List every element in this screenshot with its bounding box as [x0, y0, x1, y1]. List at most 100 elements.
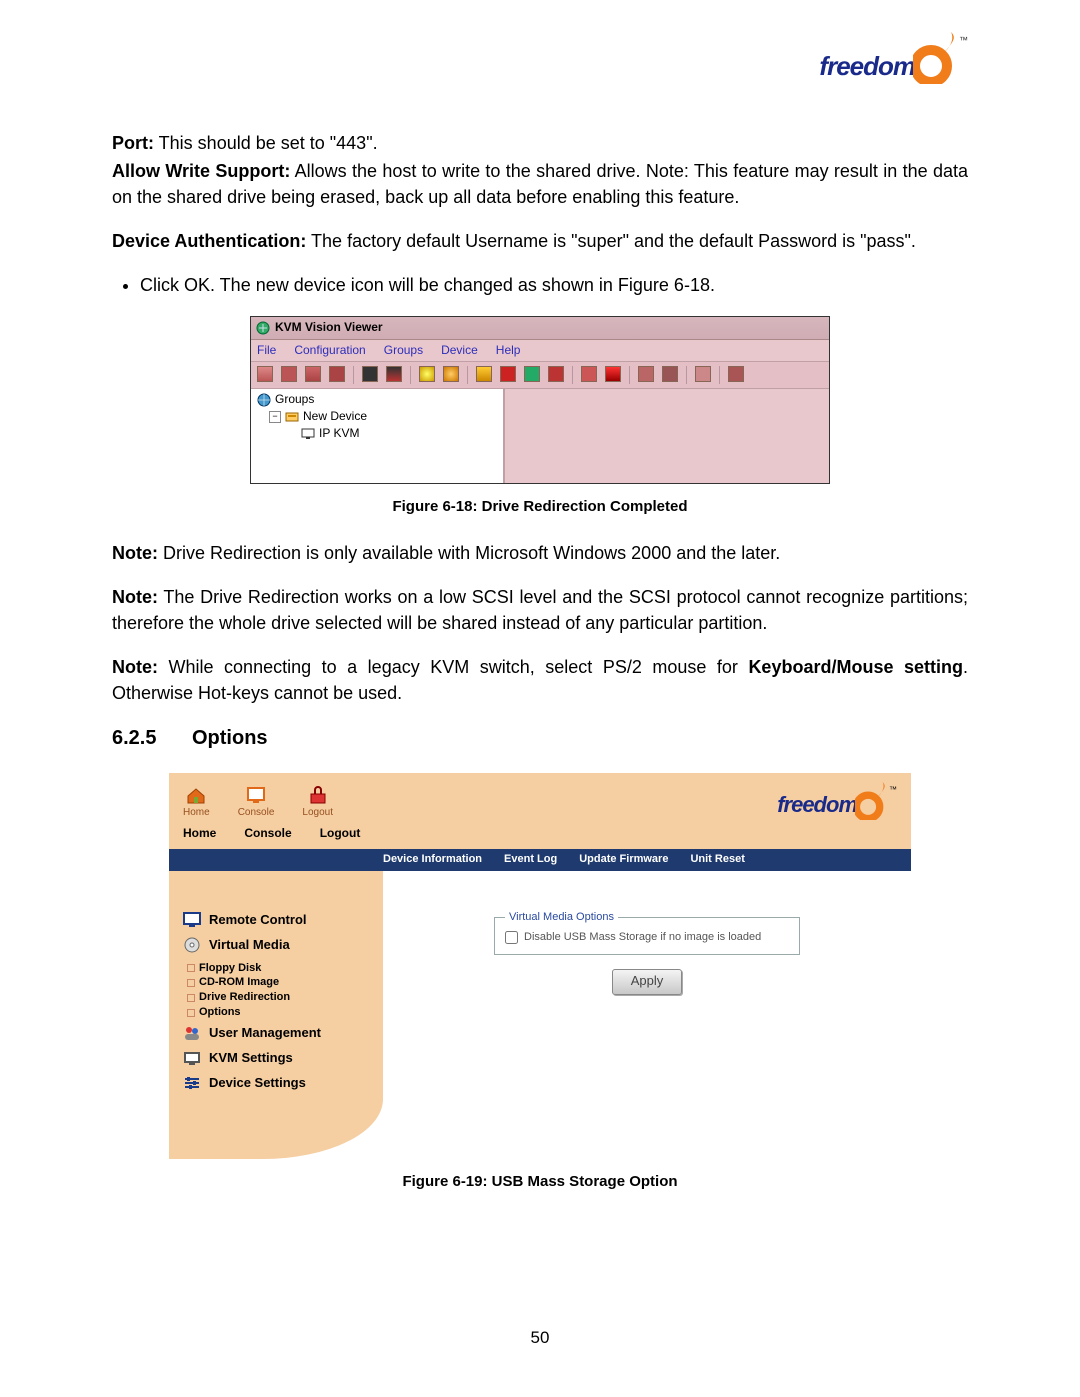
console-icon — [245, 786, 267, 804]
logo-mark-icon — [913, 32, 957, 84]
tab-unit-reset[interactable]: Unit Reset — [690, 852, 744, 868]
disc-icon — [183, 936, 201, 954]
toolbar-icon[interactable] — [500, 366, 516, 382]
figure-6-19: Home Console Logout freedom — [169, 773, 911, 1158]
paragraph-note-1: Note: Drive Redirection is only availabl… — [112, 540, 968, 566]
tab-update-firmware[interactable]: Update Firmware — [579, 852, 668, 868]
toolbar-separator — [467, 366, 468, 384]
tab-event-log[interactable]: Event Log — [504, 852, 557, 868]
globe-icon — [257, 393, 271, 407]
sidebar-sub-options[interactable]: Options — [187, 1005, 373, 1020]
toolbar-separator — [572, 366, 573, 384]
sidebar-item-device-settings[interactable]: Device Settings — [183, 1074, 373, 1093]
toolbar-icon[interactable] — [362, 366, 378, 382]
toolbar-icon[interactable] — [281, 366, 297, 382]
toolbar-icon[interactable] — [605, 366, 621, 382]
toolbar-icon[interactable] — [257, 366, 273, 382]
paragraph-device-auth: Device Authentication: The factory defau… — [112, 228, 968, 254]
web-topbar: Home Console Logout freedom — [169, 773, 911, 829]
sidebar-sub-cdrom[interactable]: CD-ROM Image — [187, 975, 373, 990]
logo-text: freedom — [819, 48, 915, 86]
tree-root[interactable]: Groups — [253, 391, 501, 408]
toolbar-icon[interactable] — [305, 366, 321, 382]
panel-legend: Virtual Media Options — [505, 910, 618, 926]
sidebar-item-user-management[interactable]: User Management — [183, 1024, 373, 1043]
brand-logo: freedom ™ — [819, 32, 968, 86]
sidebar-item-remote-control[interactable]: Remote Control — [183, 911, 373, 930]
virtual-media-options-panel: Virtual Media Options Disable USB Mass S… — [494, 917, 800, 955]
toolbar-separator — [686, 366, 687, 384]
content-pane — [505, 389, 829, 483]
page-number: 50 — [0, 1326, 1080, 1351]
toolbar-icon[interactable] — [695, 366, 711, 382]
device-icon — [285, 410, 299, 424]
toolbar-separator — [353, 366, 354, 384]
home-icon — [185, 786, 207, 804]
toolbar-separator — [719, 366, 720, 384]
window-title: KVM Vision Viewer — [275, 319, 383, 336]
toolbar-icon[interactable] — [548, 366, 564, 382]
web-tabs: Device Information Event Log Update Firm… — [169, 849, 911, 871]
toolbar-separator — [629, 366, 630, 384]
toolbar-icon[interactable] — [662, 366, 678, 382]
sidebar-sub-floppy[interactable]: Floppy Disk — [187, 961, 373, 976]
bullet-item: Click OK. The new device icon will be ch… — [140, 272, 968, 298]
bullet-icon — [187, 994, 195, 1002]
toolbar-icon[interactable] — [524, 366, 540, 382]
monitor-icon — [183, 911, 201, 929]
figure-caption: Figure 6-19: USB Mass Storage Option — [112, 1171, 968, 1193]
nav-label-home[interactable]: Home — [183, 825, 216, 842]
nav-label-console[interactable]: Console — [244, 825, 291, 842]
sidebar-sub-drive-redirection[interactable]: Drive Redirection — [187, 990, 373, 1005]
toolbar-icon[interactable] — [386, 366, 402, 382]
tree-node[interactable]: − New Device — [253, 408, 501, 425]
nav-logout[interactable]: Logout — [302, 786, 333, 821]
bullet-icon — [187, 1009, 195, 1017]
toolbar-icon[interactable] — [443, 366, 459, 382]
web-workarea: Virtual Media Options Disable USB Mass S… — [383, 871, 911, 1159]
app-icon — [255, 320, 271, 336]
toolbar-separator — [410, 366, 411, 384]
monitor-icon — [301, 427, 315, 441]
tree-view[interactable]: Groups − New Device IP KVM — [251, 389, 505, 483]
menubar: File Configuration Groups Device Help — [251, 340, 829, 362]
paragraph-note-2: Note: The Drive Redirection works on a l… — [112, 584, 968, 636]
tab-device-info[interactable]: Device Information — [383, 852, 482, 868]
checkbox-label: Disable USB Mass Storage if no image is … — [524, 930, 761, 946]
nav-label-logout[interactable]: Logout — [320, 825, 361, 842]
bullet-icon — [187, 964, 195, 972]
apply-button[interactable]: Apply — [612, 969, 682, 995]
logout-icon — [307, 786, 329, 804]
sidebar-item-virtual-media[interactable]: Virtual Media — [183, 936, 373, 955]
menu-help[interactable]: Help — [496, 342, 521, 359]
tree-leaf[interactable]: IP KVM — [253, 425, 501, 442]
collapse-icon[interactable]: − — [269, 411, 281, 423]
disable-usb-checkbox[interactable] — [505, 931, 518, 944]
figure-6-18: KVM Vision Viewer File Configuration Gro… — [250, 316, 830, 484]
paragraph-port: Port: This should be set to "443". — [112, 130, 968, 156]
menu-configuration[interactable]: Configuration — [294, 342, 365, 359]
window-titlebar: KVM Vision Viewer — [251, 317, 829, 339]
section-heading: 6.2.5Options — [112, 724, 968, 753]
toolbar-icon[interactable] — [581, 366, 597, 382]
toolbar-icon[interactable] — [476, 366, 492, 382]
nav-console[interactable]: Console — [238, 786, 275, 821]
paragraph-note-3: Note: While connecting to a legacy KVM s… — [112, 654, 968, 706]
nav-home[interactable]: Home — [183, 786, 210, 821]
menu-file[interactable]: File — [257, 342, 276, 359]
bullet-icon — [187, 979, 195, 987]
document-page: freedom ™ Port: This should be set to "4… — [0, 0, 1080, 1397]
toolbar-icon[interactable] — [728, 366, 744, 382]
menu-device[interactable]: Device — [441, 342, 478, 359]
menu-groups[interactable]: Groups — [384, 342, 423, 359]
paragraph-allow-write: Allow Write Support: Allows the host to … — [112, 158, 968, 210]
web-sidebar: Remote Control Virtual Media Floppy Disk… — [169, 871, 383, 1159]
monitor-small-icon — [183, 1049, 201, 1067]
sliders-icon — [183, 1074, 201, 1092]
logo-mark-icon — [855, 782, 887, 820]
toolbar-icon[interactable] — [329, 366, 345, 382]
toolbar-icon[interactable] — [638, 366, 654, 382]
web-logo: freedom ™ — [777, 782, 897, 820]
sidebar-item-kvm-settings[interactable]: KVM Settings — [183, 1049, 373, 1068]
toolbar-icon[interactable] — [419, 366, 435, 382]
